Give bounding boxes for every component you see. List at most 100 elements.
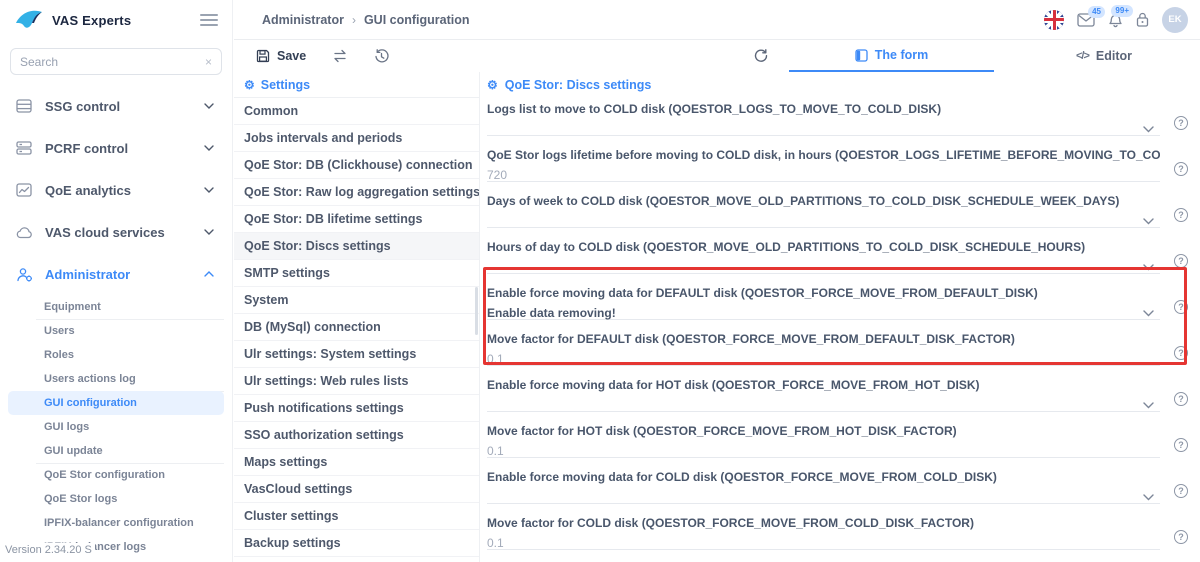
sidebar-item-ssg-control[interactable]: SSG control <box>0 85 232 127</box>
settings-list-header: ⚙ Settings <box>234 72 479 98</box>
settings-item-label: Jobs intervals and periods <box>244 131 402 145</box>
save-button[interactable]: Save <box>256 49 306 63</box>
submenu-item[interactable]: GUI update <box>8 439 224 463</box>
help-icon[interactable]: ? <box>1174 392 1188 406</box>
settings-list-item[interactable]: SMTP settings <box>234 260 479 287</box>
help-icon[interactable]: ? <box>1174 208 1188 222</box>
settings-list-item[interactable]: SSO authorization settings <box>234 422 479 449</box>
field-label: QoE Stor logs lifetime before moving to … <box>487 144 1160 162</box>
submenu-item[interactable]: Roles <box>8 343 224 367</box>
search-placeholder: Search <box>20 55 58 69</box>
settings-list-item[interactable]: Backup auto restoration settings <box>234 557 479 562</box>
help-icon[interactable]: ? <box>1174 346 1188 360</box>
submenu-item[interactable]: GUI logs <box>8 415 224 439</box>
chevron-down-icon[interactable] <box>1143 126 1154 133</box>
form-field: Move factor for COLD disk (QOESTOR_FORCE… <box>487 512 1160 558</box>
settings-list-item[interactable]: QoE Stor: DB (Clickhouse) connection <box>234 152 479 179</box>
hamburger-menu-icon[interactable] <box>200 11 218 29</box>
submenu-item[interactable]: GUI configuration <box>8 391 224 415</box>
sidebar-item-pcrf-control[interactable]: PCRF control <box>0 127 232 169</box>
submenu-item[interactable]: Equipment <box>8 295 224 319</box>
settings-list-item[interactable]: Ulr settings: System settings <box>234 341 479 368</box>
tab-editor[interactable]: </> Editor <box>1034 40 1174 72</box>
help-icon[interactable]: ? <box>1174 254 1188 268</box>
clear-search-icon[interactable]: × <box>205 55 212 69</box>
settings-list-item[interactable]: Backup settings <box>234 530 479 557</box>
help-icon[interactable]: ? <box>1174 116 1188 130</box>
sidebar-nav: SSG control PCRF control QoE analytics <box>0 85 232 559</box>
settings-list-item[interactable]: Common <box>234 98 479 125</box>
avatar[interactable]: EK <box>1162 7 1188 33</box>
admin-user-gear-icon <box>16 266 33 282</box>
field-control[interactable]: 0.1 <box>487 442 1160 458</box>
settings-list-item[interactable]: Push notifications settings <box>234 395 479 422</box>
compare-versions-button[interactable] <box>332 49 348 63</box>
settings-item-label: QoE Stor: Raw log aggregation settings <box>244 185 479 199</box>
submenu-item[interactable]: IPFIX-balancer configuration <box>8 511 224 535</box>
topbar: Administrator › GUI configuration 45 99+… <box>234 0 1200 40</box>
chevron-down-icon <box>204 145 214 151</box>
chevron-down-icon <box>204 229 214 235</box>
scrollbar-thumb[interactable] <box>475 287 478 335</box>
settings-list-item[interactable]: QoE Stor: Discs settings <box>234 233 479 260</box>
chevron-down-icon[interactable] <box>1143 402 1154 409</box>
help-icon[interactable]: ? <box>1174 438 1188 452</box>
help-icon[interactable]: ? <box>1174 484 1188 498</box>
settings-list-item[interactable]: DB (MySql) connection <box>234 314 479 341</box>
field-control[interactable] <box>487 120 1160 136</box>
form-header: ⚙ QoE Stor: Discs settings <box>487 72 1200 98</box>
messages-button[interactable]: 45 <box>1077 13 1095 27</box>
submenu-item-label: QoE Stor logs <box>44 493 117 505</box>
gear-icon: ⚙ <box>244 79 255 91</box>
settings-list-item[interactable]: Ulr settings: Web rules lists <box>234 368 479 395</box>
submenu-item[interactable]: Users actions log <box>8 367 224 391</box>
notifications-badge: 99+ <box>1111 5 1133 17</box>
chevron-down-icon[interactable] <box>1143 264 1154 271</box>
tab-the-form[interactable]: The form <box>789 40 994 72</box>
help-icon[interactable]: ? <box>1174 530 1188 544</box>
submenu-item[interactable]: Users <box>8 319 224 343</box>
field-control[interactable]: 720 <box>487 166 1160 182</box>
messages-badge: 45 <box>1088 6 1105 18</box>
search-input[interactable]: Search × <box>10 48 222 75</box>
help-icon[interactable]: ? <box>1174 162 1188 176</box>
breadcrumb-administrator[interactable]: Administrator <box>262 13 344 27</box>
history-button[interactable] <box>374 49 389 64</box>
settings-item-label: Maps settings <box>244 455 327 469</box>
settings-list-item[interactable]: System <box>234 287 479 314</box>
sidebar-item-label: Administrator <box>45 267 130 282</box>
field-control[interactable] <box>487 212 1160 228</box>
sidebar-item-administrator[interactable]: Administrator <box>0 253 232 295</box>
language-flag-icon[interactable] <box>1044 10 1064 30</box>
chevron-down-icon[interactable] <box>1143 494 1154 501</box>
chevron-down-icon[interactable] <box>1143 310 1154 317</box>
settings-list-item[interactable]: QoE Stor: DB lifetime settings <box>234 206 479 233</box>
settings-list-item[interactable]: Jobs intervals and periods <box>234 125 479 152</box>
notifications-button[interactable]: 99+ <box>1108 12 1123 28</box>
refresh-button[interactable] <box>754 40 768 72</box>
field-control[interactable]: 0.1 <box>487 534 1160 550</box>
field-control[interactable]: Enable data removing! <box>487 304 1160 320</box>
settings-item-label: VasCloud settings <box>244 482 352 496</box>
submenu-item[interactable]: QoE Stor configuration <box>8 463 224 487</box>
field-label: Enable force moving data for HOT disk (Q… <box>487 374 1160 392</box>
settings-list-item[interactable]: Maps settings <box>234 449 479 476</box>
field-control[interactable] <box>487 258 1160 274</box>
settings-list-item[interactable]: QoE Stor: Raw log aggregation settings <box>234 179 479 206</box>
settings-list-item[interactable]: VasCloud settings <box>234 476 479 503</box>
lock-button[interactable] <box>1136 12 1149 27</box>
settings-list-item[interactable]: Cluster settings <box>234 503 479 530</box>
refresh-icon <box>754 49 768 63</box>
swap-arrows-icon <box>332 49 348 63</box>
help-icon[interactable]: ? <box>1174 300 1188 314</box>
administrator-submenu: Equipment Users Roles Users actions log <box>0 295 232 559</box>
history-clock-icon <box>374 49 389 64</box>
field-control[interactable]: 0.1 <box>487 350 1160 366</box>
submenu-item[interactable]: QoE Stor logs <box>8 487 224 511</box>
sidebar-item-qoe-analytics[interactable]: QoE analytics <box>0 169 232 211</box>
sidebar-item-vas-cloud-services[interactable]: VAS cloud services <box>0 211 232 253</box>
field-control[interactable] <box>487 396 1160 412</box>
chevron-down-icon[interactable] <box>1143 218 1154 225</box>
chevron-down-icon <box>204 103 214 109</box>
field-control[interactable] <box>487 488 1160 504</box>
